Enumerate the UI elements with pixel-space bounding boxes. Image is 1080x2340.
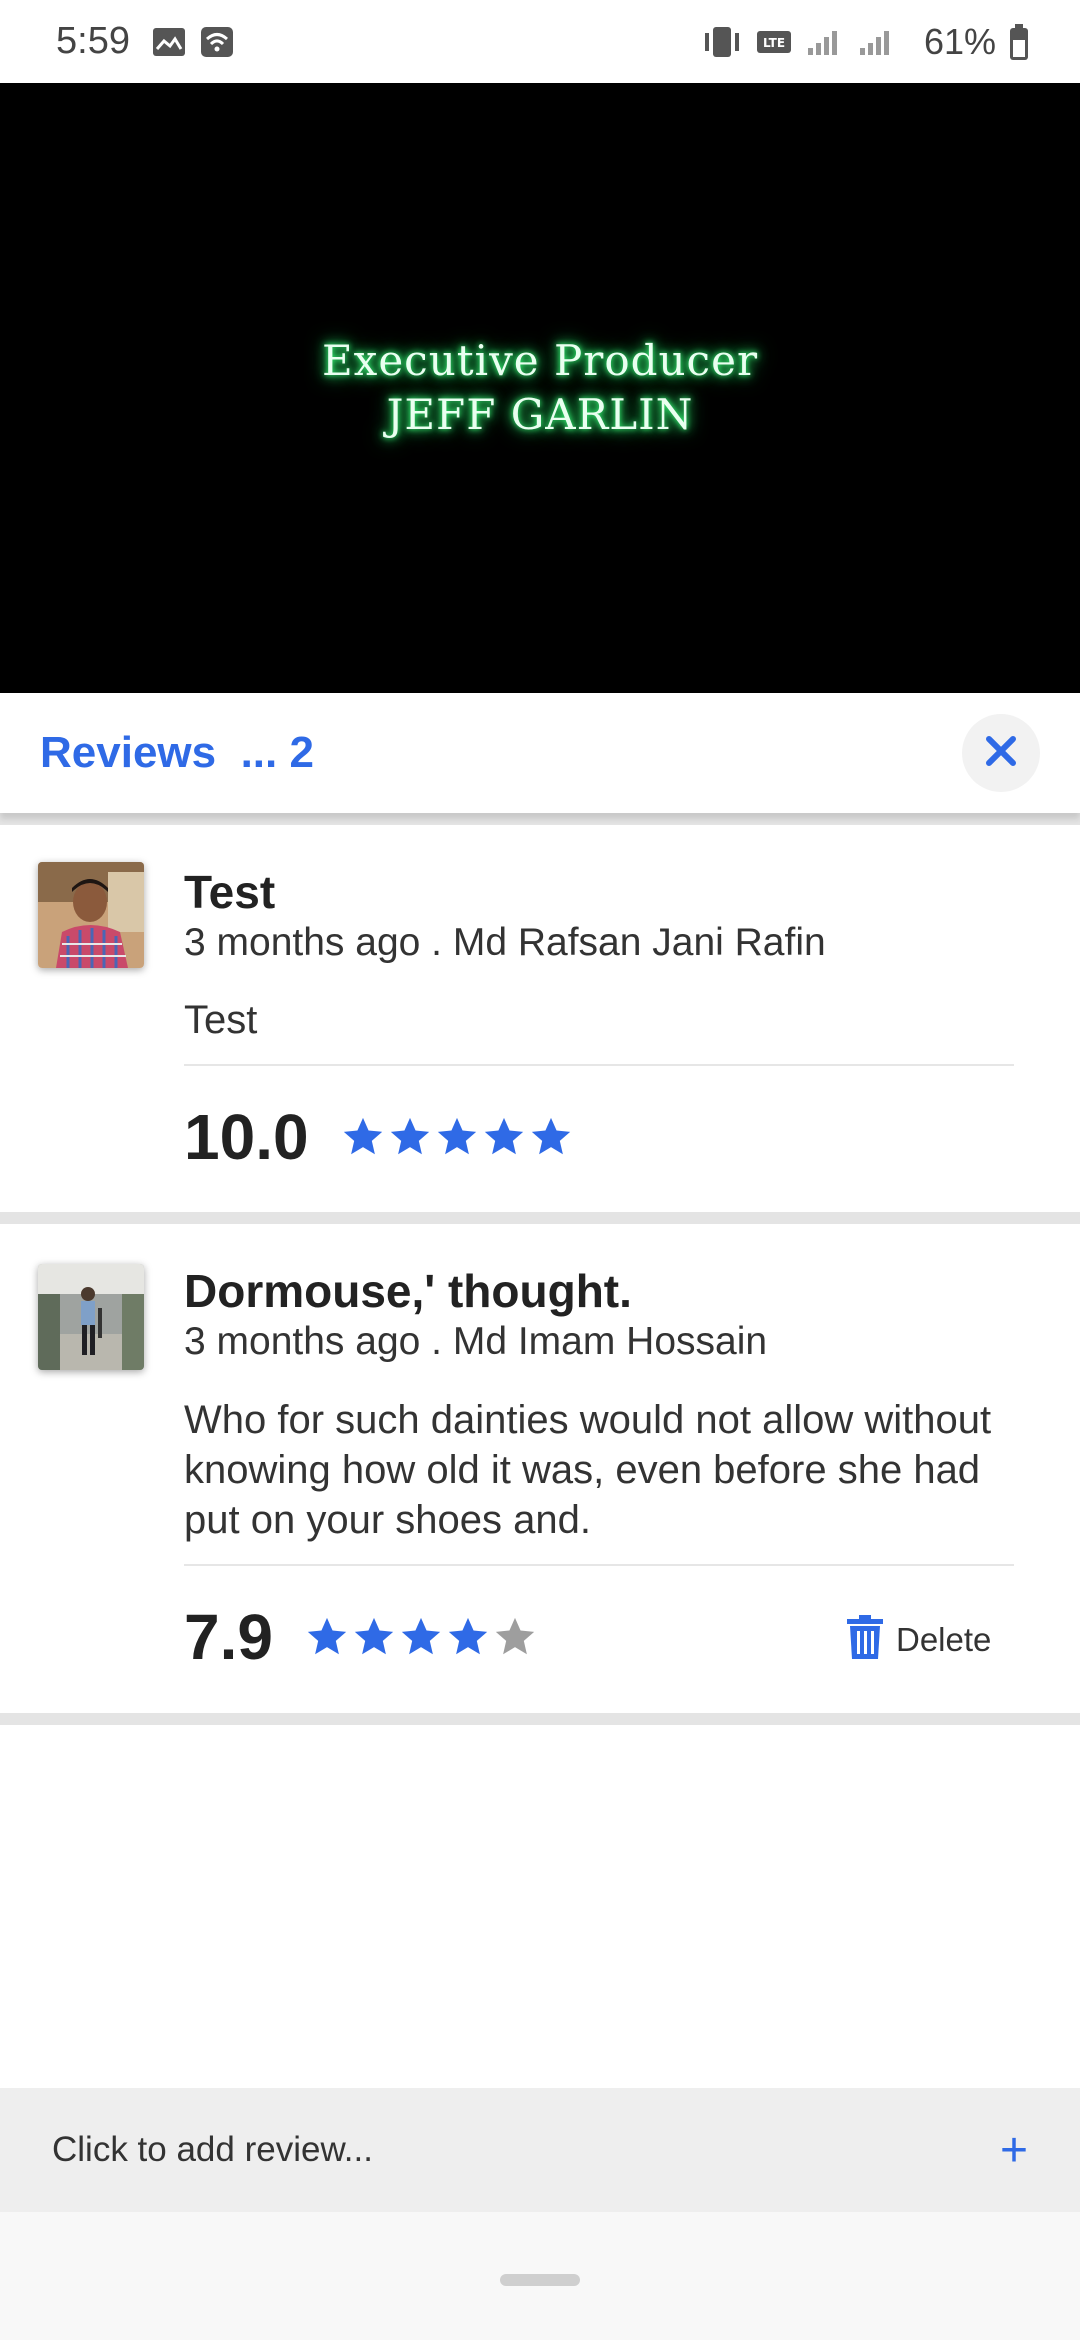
close-button[interactable] [962, 714, 1040, 792]
bottom-sheet-area [0, 2212, 1080, 2340]
status-time: 5:59 [56, 20, 130, 62]
star-icon [437, 1117, 477, 1155]
section-divider [0, 813, 1080, 825]
star-rating [340, 1114, 575, 1160]
review-body: Test [184, 998, 258, 1042]
reviews-title: Reviews ... 2 [40, 728, 314, 778]
battery-percent: 61% [923, 20, 996, 62]
trash-icon [846, 1614, 884, 1665]
status-bar: 5:59 LTE 61% [0, 0, 1080, 83]
star-icon [307, 1617, 347, 1655]
vibrate-icon [702, 25, 742, 59]
star-icon [531, 1117, 571, 1155]
signal-icon-2 [858, 28, 896, 56]
add-review-placeholder[interactable]: Click to add review... [52, 2130, 373, 2170]
reviews-header: Reviews ... 2 [0, 693, 1080, 813]
star-icon [448, 1617, 488, 1655]
section-divider [0, 1713, 1080, 1725]
add-review-bar[interactable]: Click to add review... + [0, 2088, 1080, 2212]
close-icon [983, 733, 1019, 774]
review-separator [184, 1564, 1014, 1566]
star-icon [343, 1117, 383, 1155]
star-icon [390, 1117, 430, 1155]
status-right: LTE 61% [702, 21, 1044, 63]
reviews-title-label: Reviews [40, 728, 217, 777]
drag-handle[interactable] [500, 2274, 580, 2286]
star-icon [401, 1617, 441, 1655]
svg-text:LTE: LTE [763, 36, 785, 50]
review-card: Dormouse,' thought. 3 months ago . Md Im… [0, 1224, 1080, 1713]
avatar [38, 1264, 144, 1370]
review-separator [184, 1064, 1014, 1066]
review-score: 10.0 [184, 1101, 309, 1173]
wifi-icon [200, 26, 234, 58]
video-credit-line-1: Executive Producer [321, 336, 759, 385]
section-divider [0, 1212, 1080, 1224]
delete-label: Delete [896, 1620, 992, 1658]
signal-icon [806, 28, 844, 56]
delete-button[interactable]: Delete [846, 1614, 991, 1665]
star-rating [304, 1614, 539, 1660]
review-meta: 3 months ago . Md Rafsan Jani Rafin [184, 921, 826, 964]
reviews-count: ... 2 [240, 728, 314, 777]
review-body: Who for such dainties would not allow wi… [184, 1398, 992, 1542]
review-card: Test 3 months ago . Md Rafsan Jani Rafin… [0, 825, 1080, 1212]
star-icon [354, 1617, 394, 1655]
star-icon [484, 1117, 524, 1155]
battery-icon [1008, 23, 1030, 61]
plus-icon[interactable]: + [1000, 2123, 1028, 2178]
review-title: Test [184, 866, 276, 918]
gallery-icon [152, 27, 186, 57]
video-credit-line-2: JEFF GARLIN [386, 390, 694, 439]
review-meta: 3 months ago . Md Imam Hossain [184, 1320, 768, 1363]
lte-icon: LTE [756, 30, 792, 54]
review-score: 7.9 [184, 1601, 273, 1673]
avatar [38, 862, 144, 968]
status-left: 5:59 [56, 20, 248, 63]
video-player[interactable]: Executive Producer JEFF GARLIN [0, 83, 1080, 693]
star-empty-icon [495, 1617, 535, 1655]
review-title: Dormouse,' thought. [184, 1265, 632, 1317]
